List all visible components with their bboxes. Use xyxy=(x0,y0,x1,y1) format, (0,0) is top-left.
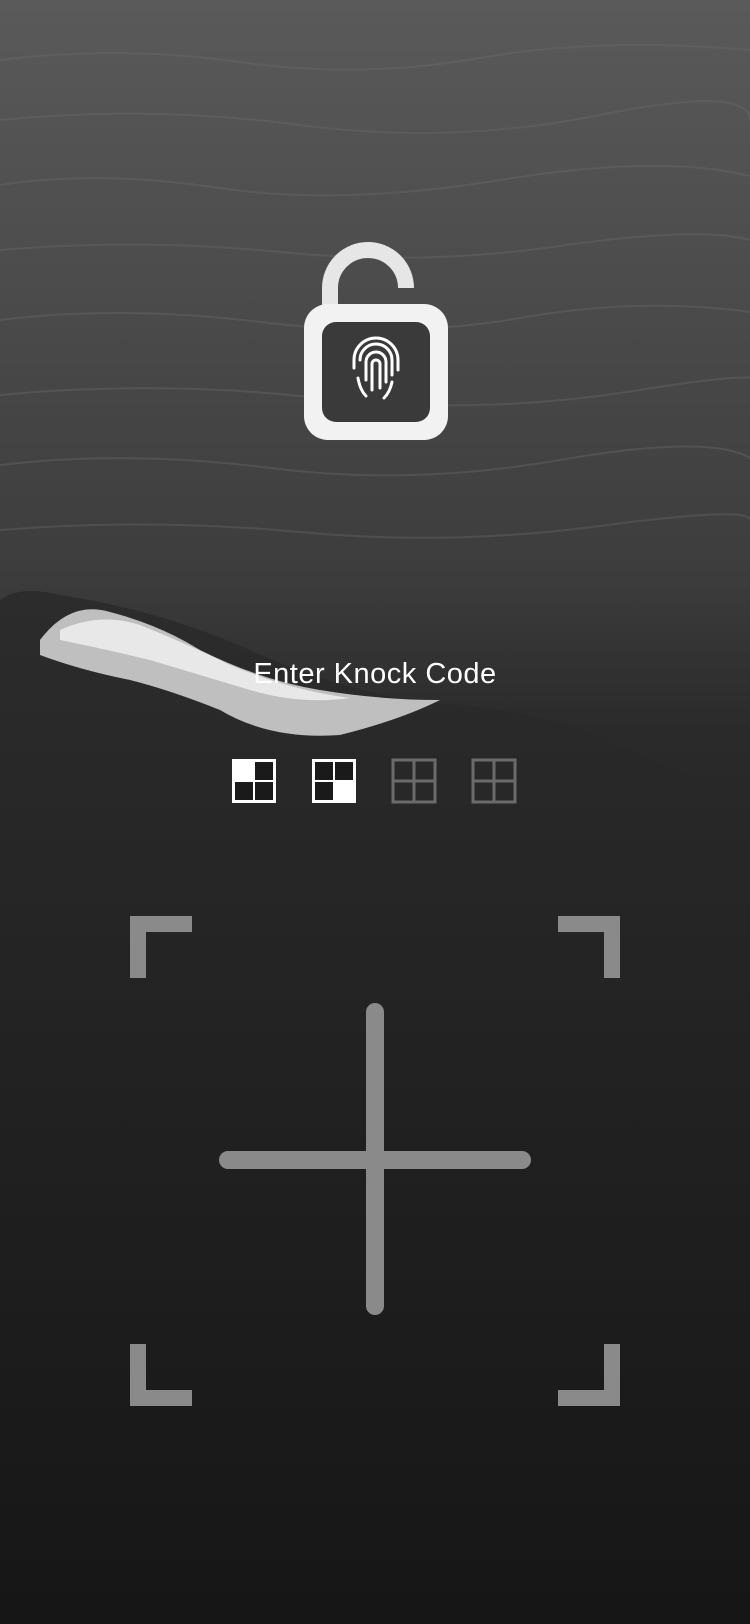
quadrant-bottom-left[interactable] xyxy=(130,1161,375,1406)
padlock-open-fingerprint-icon xyxy=(304,242,448,440)
quadrant-top-left[interactable] xyxy=(130,916,375,1161)
quadrant-bottom-right[interactable] xyxy=(375,1161,620,1406)
code-dot-4 xyxy=(471,758,517,804)
knock-code-progress xyxy=(230,757,530,807)
quadrant-top-right[interactable] xyxy=(375,916,620,1161)
knock-pad[interactable] xyxy=(130,916,620,1406)
code-dot-3 xyxy=(391,758,437,804)
code-dot-1 xyxy=(232,759,276,803)
code-dot-2 xyxy=(312,759,356,803)
knock-pad-frame xyxy=(130,916,620,1406)
knock-code-prompt: Enter Knock Code xyxy=(253,658,497,690)
